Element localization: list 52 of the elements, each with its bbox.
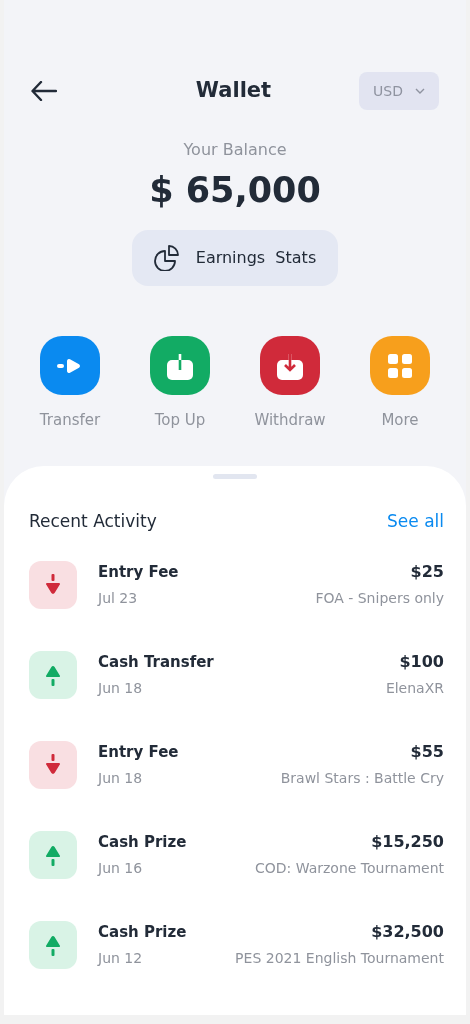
- back-arrow-icon: [31, 81, 57, 101]
- down-arrow-icon: [46, 754, 60, 776]
- action-label: More: [381, 410, 419, 431]
- activity-amount: $32,500: [371, 922, 444, 942]
- up-arrow-icon: [46, 934, 60, 956]
- activity-date: Jun 12: [98, 949, 144, 968]
- see-all-link[interactable]: See all: [387, 508, 444, 534]
- activity-row[interactable]: Entry Fee Jul 23 $25 FOA - Snipers only: [29, 561, 444, 609]
- upload-tray-icon: [167, 351, 193, 380]
- activity-title: Entry Fee: [98, 562, 179, 582]
- balance-label: Your Balance: [183, 139, 287, 161]
- activity-amount: $55: [410, 742, 444, 762]
- action-button[interactable]: [260, 336, 320, 395]
- action-button[interactable]: [370, 336, 430, 395]
- pie-chart-icon: [153, 245, 180, 271]
- section-title: Recent Activity: [29, 509, 157, 533]
- activity-amount: $100: [399, 652, 444, 672]
- activity-amount: $15,250: [371, 832, 444, 852]
- screen-title: Wallet: [195, 77, 272, 105]
- grid-icon: [388, 353, 412, 378]
- action-button[interactable]: [40, 336, 100, 395]
- activity-detail: COD: Warzone Tournament: [254, 859, 444, 878]
- activity-title: Cash Prize: [98, 832, 187, 852]
- activity-detail: FOA - Snipers only: [315, 589, 444, 608]
- play-arrow-icon: [57, 358, 83, 373]
- action-label: Transfer: [39, 410, 101, 431]
- activity-date: Jun 16: [98, 859, 144, 878]
- activity-date: Jun 18: [98, 769, 144, 788]
- download-tray-icon: [277, 351, 303, 380]
- activity-date: Jul 23: [98, 589, 139, 608]
- activity-amount: $25: [410, 562, 444, 582]
- activity-date: Jun 18: [98, 679, 144, 698]
- chevron-down-icon: [414, 88, 425, 94]
- activity-title: Entry Fee: [98, 742, 179, 762]
- action-label: Withdraw: [254, 410, 326, 431]
- balance-amount: $ 65,000: [149, 169, 321, 212]
- activity-detail: ElenaXR: [385, 679, 444, 698]
- activity-row[interactable]: Cash Prize Jun 12 $32,500 PES 2021 English Tournament: [29, 921, 444, 969]
- activity-row[interactable]: Entry Fee Jun 18 $55 Brawl Stars : Battle Cry: [29, 741, 444, 789]
- earnings-stats-button[interactable]: Earnings Stats: [132, 230, 338, 286]
- down-arrow-icon: [46, 574, 60, 596]
- up-arrow-icon: [46, 844, 60, 866]
- up-arrow-icon: [46, 664, 60, 686]
- action-label: Top Up: [154, 410, 206, 431]
- activity-detail: Brawl Stars : Battle Cry: [280, 769, 444, 788]
- activity-title: Cash Transfer: [98, 652, 214, 672]
- activity-row[interactable]: Cash Prize Jun 16 $15,250 COD: Warzone Tournament: [29, 831, 444, 879]
- activity-row[interactable]: Cash Transfer Jun 18 $100 ElenaXR: [29, 651, 444, 699]
- activity-title: Cash Prize: [98, 922, 187, 942]
- activity-detail: PES 2021 English Tournament: [235, 949, 444, 968]
- sheet-handle: [213, 473, 257, 479]
- action-button[interactable]: [150, 336, 210, 395]
